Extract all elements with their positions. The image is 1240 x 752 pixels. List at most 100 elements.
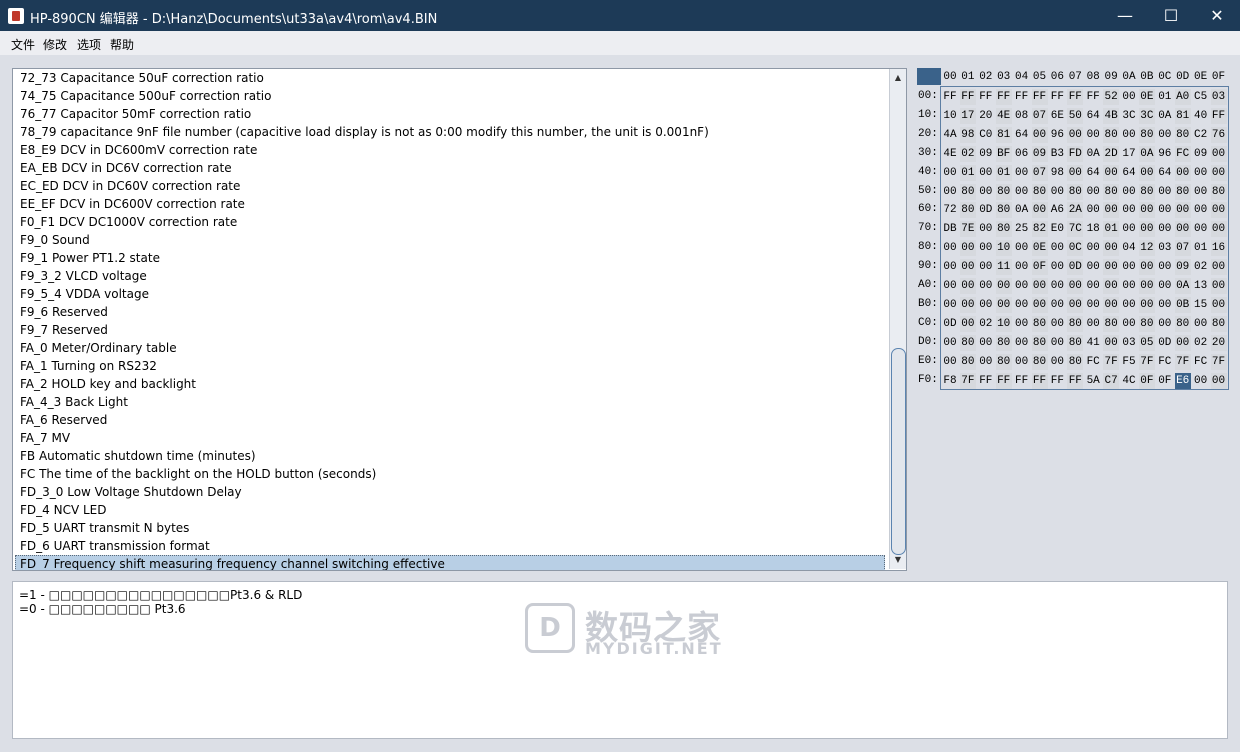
hex-byte-cell[interactable]: 00 [1121, 221, 1137, 237]
hex-byte-cell[interactable]: FF [1014, 373, 1030, 389]
hex-byte-cell[interactable]: 00 [1067, 164, 1084, 181]
close-button[interactable]: ✕ [1194, 0, 1240, 31]
hex-byte-cell[interactable]: 6E [1049, 108, 1065, 124]
hex-byte-cell[interactable]: 50 [1067, 107, 1084, 124]
hex-byte-cell[interactable]: 00 [978, 240, 994, 256]
hex-byte-cell[interactable]: 3C [1138, 107, 1155, 124]
hex-byte-cell[interactable]: 00 [1031, 126, 1048, 143]
hex-byte-cell[interactable]: 80 [995, 183, 1012, 200]
hex-byte-cell[interactable]: 00 [1210, 372, 1227, 389]
hex-byte-cell[interactable]: 00 [1138, 202, 1155, 219]
hex-byte-cell[interactable]: FF [1031, 372, 1048, 389]
hex-byte-cell[interactable]: FF [1014, 89, 1030, 105]
hex-byte-cell[interactable]: 80 [995, 202, 1012, 219]
hex-byte-cell[interactable]: 00 [1210, 145, 1227, 162]
hex-byte-cell[interactable]: C7 [1103, 372, 1120, 389]
hex-byte-cell[interactable]: 7F [1174, 353, 1191, 370]
hex-byte-cell[interactable]: 00 [1085, 297, 1101, 313]
hex-byte-cell[interactable]: 12 [1138, 240, 1155, 257]
hex-byte-cell[interactable]: 00 [1049, 240, 1065, 256]
hex-byte-cell[interactable]: 06 [1014, 146, 1030, 162]
hex-byte-cell[interactable]: 20 [1210, 334, 1227, 351]
hex-byte-cell[interactable]: 0F [1138, 372, 1155, 389]
hex-byte-cell[interactable]: 72 [942, 202, 958, 218]
maximize-button[interactable]: ☐ [1148, 0, 1194, 31]
hex-byte-cell[interactable]: 07 [1174, 240, 1191, 257]
hex-byte-cell[interactable]: E6 [1174, 372, 1191, 389]
list-item[interactable]: F9_0 Sound [15, 231, 890, 249]
hex-byte-cell[interactable]: 7F [1103, 353, 1120, 370]
list-item[interactable]: FD_6 UART transmission format [15, 537, 890, 555]
hex-byte-cell[interactable]: 00 [1138, 278, 1155, 294]
hex-byte-cell[interactable]: 80 [1138, 315, 1155, 332]
hex-byte-cell[interactable]: 80 [1103, 183, 1120, 200]
hex-byte-cell[interactable]: 07 [1031, 107, 1048, 124]
hex-byte-cell[interactable]: 02 [978, 316, 994, 332]
minimize-button[interactable]: — [1102, 0, 1148, 31]
hex-byte-cell[interactable]: F8 [942, 373, 958, 389]
hex-byte-cell[interactable]: FC [1193, 354, 1209, 370]
hex-byte-cell[interactable]: FF [1067, 89, 1084, 105]
list-item[interactable]: EC_ED DCV in DC60V correction rate [15, 177, 890, 195]
hex-byte-cell[interactable]: 81 [995, 126, 1012, 143]
hex-byte-cell[interactable]: FF [995, 89, 1012, 105]
scroll-thumb[interactable] [891, 348, 906, 555]
hex-byte-cell[interactable]: 02 [1193, 259, 1209, 275]
hex-byte-cell[interactable]: 00 [1014, 278, 1030, 294]
hex-byte-cell[interactable]: 00 [1031, 278, 1048, 294]
hex-byte-cell[interactable]: 02 [1193, 335, 1209, 351]
hex-byte-cell[interactable]: 03 [1210, 89, 1227, 105]
hex-byte-cell[interactable]: 00 [1103, 202, 1120, 219]
hex-byte-cell[interactable]: 00 [959, 278, 976, 294]
hex-byte-cell[interactable]: 64 [1014, 127, 1030, 143]
hex-byte-cell[interactable]: BF [995, 145, 1012, 162]
hex-byte-cell[interactable]: FF [1049, 373, 1065, 389]
hex-byte-cell[interactable]: 00 [1121, 202, 1137, 218]
hex-byte-cell[interactable]: 00 [1085, 278, 1101, 294]
hex-byte-cell[interactable]: 41 [1085, 335, 1101, 351]
hex-byte-cell[interactable]: 16 [1210, 240, 1227, 257]
hex-byte-cell[interactable]: 00 [942, 259, 958, 275]
hex-byte-cell[interactable]: 3C [1121, 108, 1137, 124]
hex-byte-cell[interactable]: 17 [1121, 146, 1137, 162]
hex-byte-cell[interactable]: 2A [1067, 202, 1084, 219]
hex-byte-cell[interactable]: FF [1067, 372, 1084, 389]
hex-byte-cell[interactable]: 0E [1031, 240, 1048, 257]
hex-byte-cell[interactable]: 04 [1121, 240, 1137, 256]
hex-byte-cell[interactable]: 00 [1103, 278, 1120, 294]
hex-byte-cell[interactable]: 00 [1103, 164, 1120, 181]
hex-byte-cell[interactable]: 00 [995, 278, 1012, 294]
hex-byte-cell[interactable]: 15 [1193, 297, 1209, 313]
list-item[interactable]: FA_4_3 Back Light [15, 393, 890, 411]
hex-byte-cell[interactable]: 00 [995, 296, 1012, 313]
hex-byte-cell[interactable]: 40 [1193, 108, 1209, 124]
hex-byte-cell[interactable]: 80 [1067, 334, 1084, 351]
menu-help[interactable]: 帮助 [110, 36, 134, 53]
hex-byte-cell[interactable]: 80 [1031, 183, 1048, 200]
hex-byte-cell[interactable]: 10 [995, 240, 1012, 257]
hex-byte-cell[interactable]: 01 [1157, 89, 1173, 105]
hex-byte-cell[interactable]: 00 [942, 240, 958, 256]
menu-file[interactable]: 文件 [11, 36, 35, 53]
hex-byte-cell[interactable]: 4B [1103, 107, 1120, 124]
hex-byte-cell[interactable]: 00 [978, 165, 994, 181]
hex-byte-cell[interactable]: 80 [1174, 126, 1191, 143]
hex-byte-cell[interactable]: 00 [1049, 335, 1065, 351]
list-item[interactable]: FA_7 MV [15, 429, 890, 447]
hex-byte-cell[interactable]: 96 [1157, 146, 1173, 162]
hex-byte-cell[interactable]: 00 [1121, 127, 1137, 143]
hex-byte-cell[interactable]: 00 [1049, 278, 1065, 294]
list-item[interactable]: FD_7 Frequency shift measuring frequency… [15, 555, 885, 570]
list-item[interactable]: EE_EF DCV in DC600V correction rate [15, 195, 890, 213]
hex-byte-cell[interactable]: 00 [978, 354, 994, 370]
hex-byte-cell[interactable]: 00 [1157, 202, 1173, 218]
hex-byte-cell[interactable]: 00 [1031, 296, 1048, 313]
hex-byte-cell[interactable]: 00 [1157, 127, 1173, 143]
hex-byte-cell[interactable]: 00 [1138, 259, 1155, 276]
hex-byte-cell[interactable]: 00 [1157, 221, 1173, 237]
list-item[interactable]: 74_75 Capacitance 500uF correction ratio [15, 87, 890, 105]
hex-byte-cell[interactable]: 07 [1031, 164, 1048, 181]
hex-byte-cell[interactable]: FF [1210, 107, 1227, 124]
hex-byte-cell[interactable]: 00 [942, 354, 958, 370]
scroll-up-icon[interactable]: ▲ [890, 71, 906, 85]
